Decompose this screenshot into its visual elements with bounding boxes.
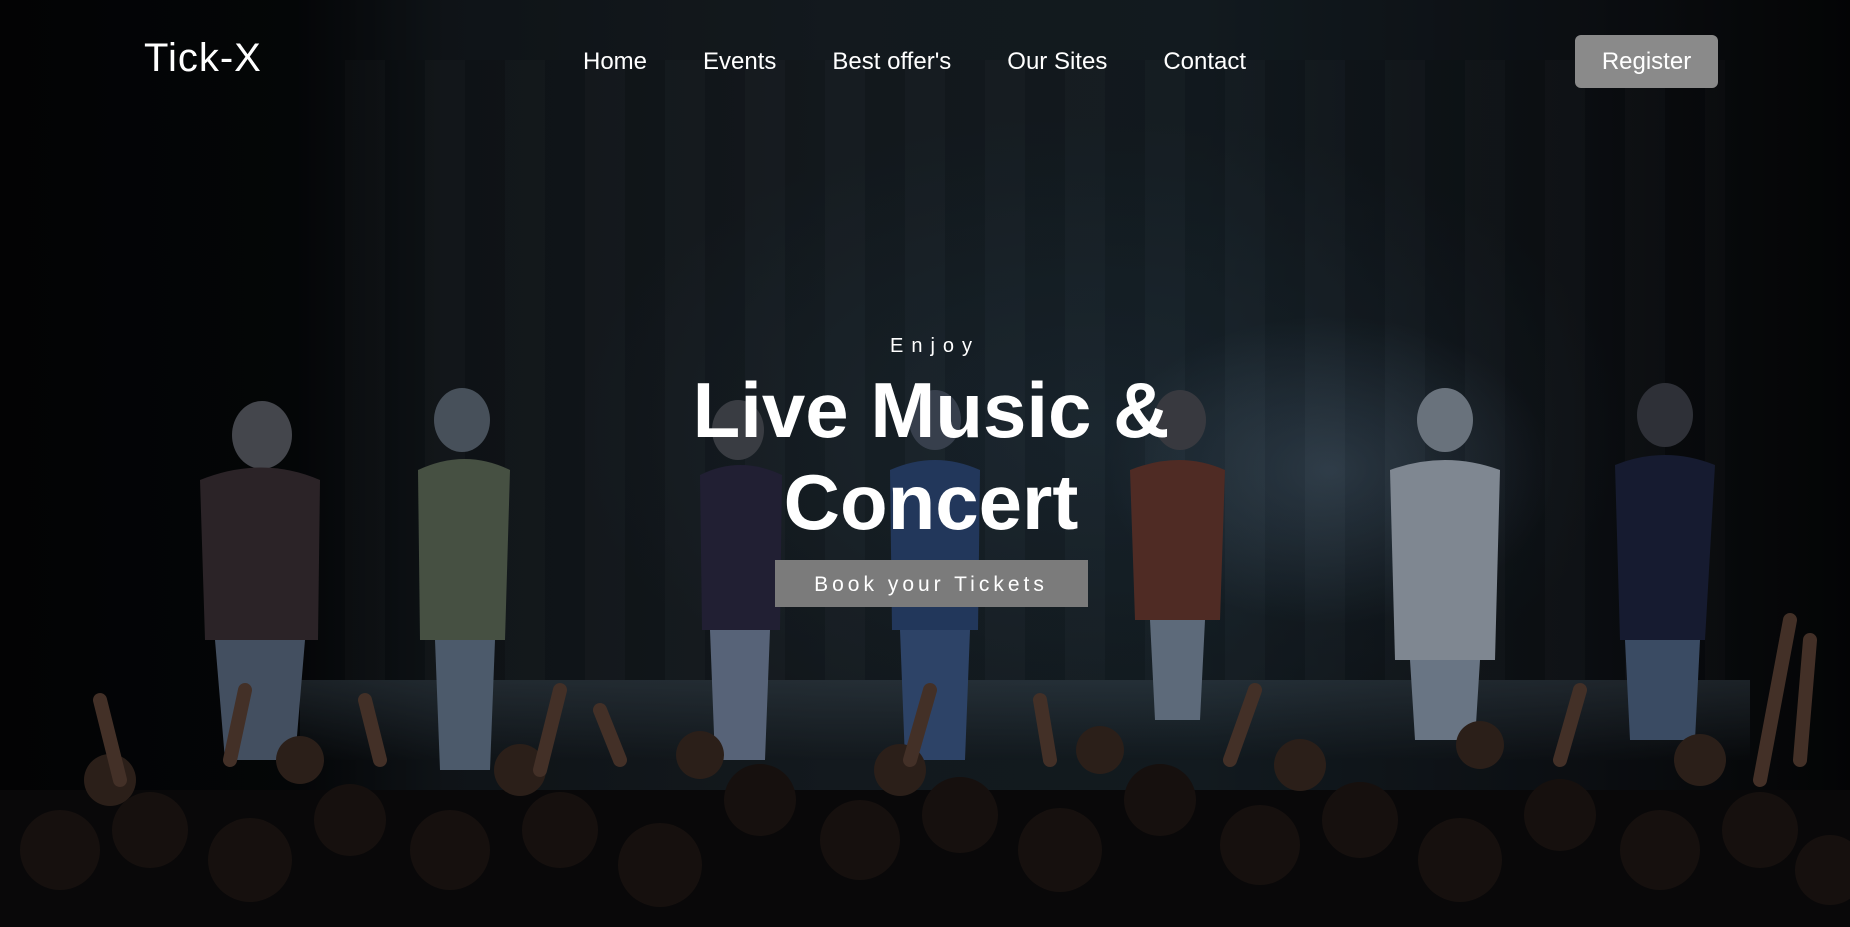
hero-section: Tick-X Home Events Best offer's Our Site…: [0, 0, 1850, 927]
nav-link-our-sites[interactable]: Our Sites: [1007, 48, 1107, 76]
register-button[interactable]: Register: [1575, 35, 1718, 88]
hero-headline: Live Music & Concert: [625, 364, 1237, 548]
hero-headline-line2: Concert: [783, 458, 1079, 546]
nav-link-events[interactable]: Events: [703, 48, 776, 76]
book-tickets-button[interactable]: Book your Tickets: [774, 560, 1088, 607]
nav-link-best-offers[interactable]: Best offer's: [832, 48, 951, 76]
nav-links: Home Events Best offer's Our Sites Conta…: [583, 48, 1302, 76]
navbar: Tick-X Home Events Best offer's Our Site…: [0, 0, 1850, 124]
nav-link-home[interactable]: Home: [583, 48, 647, 76]
nav-link-contact[interactable]: Contact: [1163, 48, 1246, 76]
brand-logo[interactable]: Tick-X: [144, 36, 262, 81]
hero-headline-line1: Live Music &: [692, 366, 1170, 454]
hero-eyebrow: Enjoy: [889, 335, 981, 357]
hero-content: Enjoy Live Music & Concert Book your Tic…: [625, 335, 1237, 607]
